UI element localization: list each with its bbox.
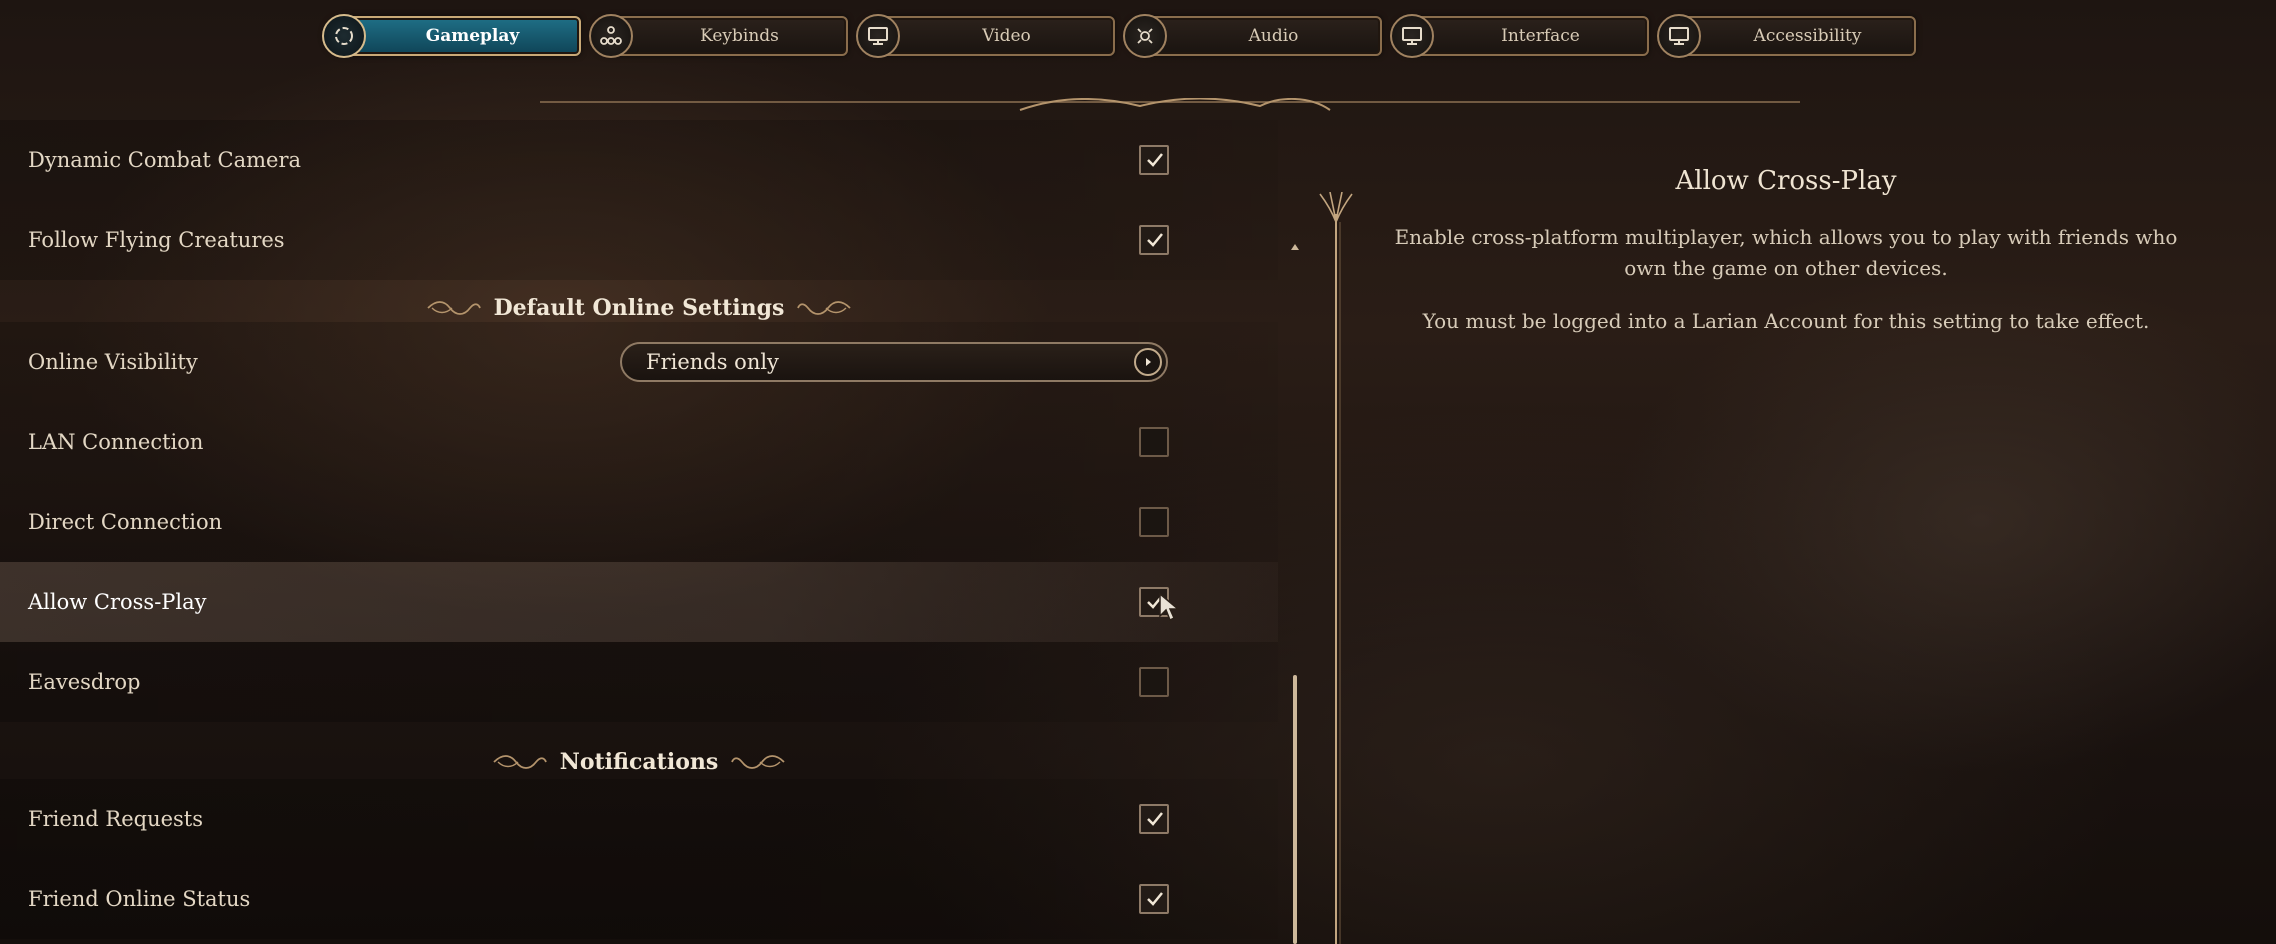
setting-label: Allow Cross-Play bbox=[28, 590, 207, 614]
lan-connection-checkbox[interactable] bbox=[1139, 427, 1169, 457]
setting-row-dynamic-combat-camera[interactable]: Dynamic Combat Camera bbox=[0, 120, 1278, 200]
ornament-right-icon bbox=[797, 301, 852, 315]
settings-tab-bar: Gameplay Keybinds Video Audio Interface bbox=[322, 14, 1926, 60]
tab-accessibility[interactable]: Accessibility bbox=[1657, 14, 1916, 58]
tab-audio[interactable]: Audio bbox=[1123, 14, 1382, 58]
keybinds-icon bbox=[589, 14, 633, 58]
setting-label: Eavesdrop bbox=[28, 670, 141, 694]
tab-label: Gameplay bbox=[425, 26, 520, 46]
setting-row-friend-online-status[interactable]: Friend Online Status bbox=[0, 859, 1278, 939]
checkmark-icon bbox=[1147, 812, 1163, 826]
setting-description-panel: Allow Cross-Play Enable cross-platform m… bbox=[1376, 166, 2196, 359]
scroll-up-arrow-icon[interactable] bbox=[1291, 244, 1299, 254]
description-title: Allow Cross-Play bbox=[1675, 166, 1897, 196]
section-title: Notifications bbox=[559, 749, 719, 775]
dynamic-combat-camera-checkbox[interactable] bbox=[1139, 145, 1169, 175]
setting-row-lan-connection[interactable]: LAN Connection bbox=[0, 402, 1278, 482]
follow-flying-creatures-checkbox[interactable] bbox=[1139, 225, 1169, 255]
friend-requests-checkbox[interactable] bbox=[1139, 804, 1169, 834]
eavesdrop-checkbox[interactable] bbox=[1139, 667, 1169, 697]
setting-label: Direct Connection bbox=[28, 510, 223, 534]
monitor-icon bbox=[1390, 14, 1434, 58]
tab-label: Interface bbox=[1501, 26, 1580, 46]
direct-connection-checkbox[interactable] bbox=[1139, 507, 1169, 537]
monitor-icon bbox=[856, 14, 900, 58]
tab-label: Keybinds bbox=[700, 26, 779, 46]
setting-label: Friend Online Status bbox=[28, 887, 251, 911]
tab-interface[interactable]: Interface bbox=[1390, 14, 1649, 58]
dropdown-value: Friends only bbox=[646, 350, 779, 374]
ornament-right-icon bbox=[731, 755, 785, 769]
setting-row-friend-requests[interactable]: Friend Requests bbox=[0, 779, 1278, 859]
friend-online-status-checkbox[interactable] bbox=[1139, 884, 1169, 914]
scrollbar-thumb[interactable] bbox=[1293, 675, 1297, 944]
setting-label: Online Visibility bbox=[28, 350, 198, 374]
setting-label: Friend Requests bbox=[28, 807, 204, 831]
description-text: Enable cross-platform multiplayer, which… bbox=[1394, 225, 2178, 280]
setting-label: LAN Connection bbox=[28, 430, 204, 454]
audio-icon bbox=[1123, 14, 1167, 58]
tab-keybinds[interactable]: Keybinds bbox=[589, 14, 848, 58]
tab-label: Accessibility bbox=[1753, 26, 1862, 46]
checkmark-icon bbox=[1147, 892, 1163, 906]
tab-label: Audio bbox=[1248, 26, 1299, 46]
monitor-icon bbox=[1657, 14, 1701, 58]
checkmark-icon bbox=[1147, 233, 1163, 247]
setting-row-eavesdrop[interactable]: Eavesdrop bbox=[0, 642, 1278, 722]
setting-label: Dynamic Combat Camera bbox=[28, 148, 301, 172]
description-note: You must be logged into a Larian Account… bbox=[1422, 309, 2150, 333]
gameplay-icon bbox=[322, 14, 366, 58]
tab-label: Video bbox=[982, 26, 1031, 46]
tab-gameplay[interactable]: Gameplay bbox=[322, 14, 581, 58]
ornament-left-icon bbox=[426, 301, 481, 315]
setting-row-direct-connection[interactable]: Direct Connection bbox=[0, 482, 1278, 562]
header-divider-ornament bbox=[540, 98, 1800, 111]
online-visibility-dropdown[interactable]: Friends only bbox=[620, 342, 1168, 382]
tab-video[interactable]: Video bbox=[856, 14, 1115, 58]
chevron-right-icon[interactable] bbox=[1134, 348, 1162, 376]
section-title: Default Online Settings bbox=[493, 295, 785, 321]
ornament-left-icon bbox=[493, 755, 547, 769]
setting-row-allow-cross-play[interactable]: Allow Cross-Play bbox=[0, 562, 1278, 642]
mouse-cursor-icon bbox=[1159, 592, 1181, 622]
panel-separator-ornament bbox=[1319, 192, 1353, 944]
checkmark-icon bbox=[1147, 153, 1163, 167]
settings-screen: Gameplay Keybinds Video Audio Interface bbox=[0, 0, 2276, 944]
